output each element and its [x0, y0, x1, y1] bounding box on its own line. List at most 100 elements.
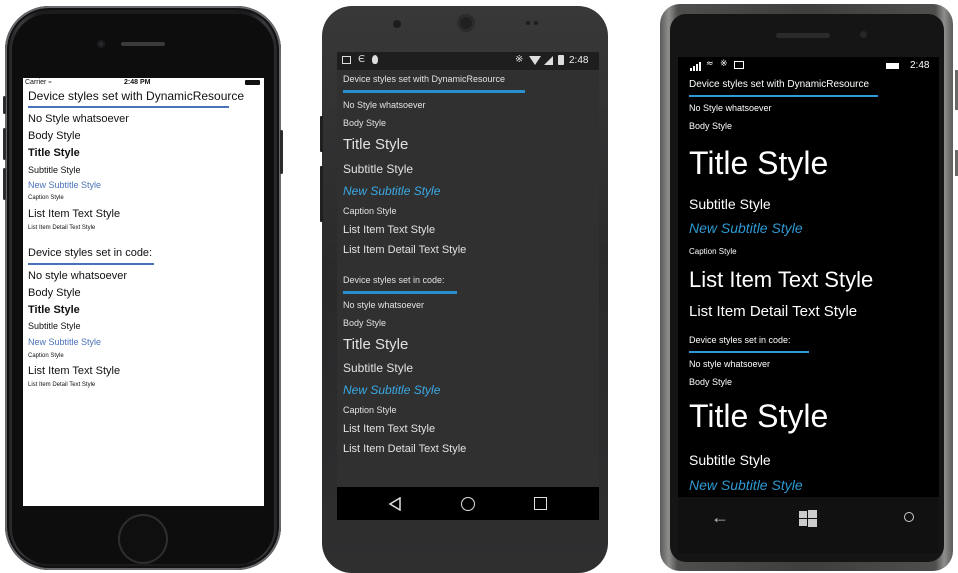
- row-list-item-detail: List Item Detail Text Style: [28, 225, 96, 231]
- row-caption-style: Caption Style: [28, 353, 64, 359]
- row-subtitle-style: Subtitle Style: [689, 196, 771, 212]
- header-underline: [689, 95, 878, 97]
- earpiece-speaker: [776, 33, 830, 38]
- android-nav-bar: [337, 487, 599, 520]
- row-list-item-detail: List Item Detail Text Style: [28, 382, 96, 388]
- wifi-icon: [529, 56, 541, 65]
- section-header-dynamic: Device styles set with DynamicResource: [689, 79, 870, 90]
- header-underline: [343, 90, 525, 93]
- row-list-item-detail: List Item Detail Text Style: [343, 244, 467, 256]
- row-list-item-text: List Item Text Style: [689, 267, 874, 292]
- row-body-style: Body Style: [343, 318, 387, 328]
- screenshot-notification-icon: [342, 56, 351, 64]
- ios-clock: 2:48 PM: [124, 79, 151, 86]
- row-title-style: Title Style: [343, 336, 409, 353]
- winphone-screen: ≈ ※ 2:48 Device styles set with DynamicR…: [678, 57, 939, 497]
- row-list-item-text: List Item Text Style: [28, 208, 121, 220]
- row-body-style: Body Style: [343, 118, 387, 128]
- android-clock: 2:48: [569, 55, 589, 66]
- header-underline: [689, 351, 809, 353]
- winphone-nav-bar: ←: [678, 497, 939, 553]
- battery-icon: [245, 80, 260, 85]
- bluetooth-icon: ※: [515, 54, 524, 65]
- row-body-style: Body Style: [689, 377, 733, 387]
- row-new-subtitle-style: New Subtitle Style: [343, 184, 441, 198]
- battery-icon: [886, 63, 899, 69]
- wifi-icon: ≈: [706, 59, 714, 69]
- row-no-style: No style whatsoever: [689, 359, 771, 369]
- message-icon: [734, 61, 744, 69]
- row-list-item-detail: List Item Detail Text Style: [689, 303, 858, 320]
- iphone-power-button: [280, 130, 283, 174]
- row-caption-style: Caption Style: [343, 405, 397, 415]
- iphone-screen: Carrier ≈ 2:48 PM Device styles set with…: [23, 78, 264, 506]
- row-title-style: Title Style: [28, 147, 80, 159]
- row-subtitle-style: Subtitle Style: [343, 361, 414, 375]
- row-subtitle-style: Subtitle Style: [689, 452, 771, 468]
- row-no-style: No style whatsoever: [343, 300, 425, 310]
- row-new-subtitle-style: New Subtitle Style: [28, 180, 102, 190]
- section-header-code: Device styles set in code:: [689, 335, 791, 345]
- ios-status-bar: Carrier ≈: [25, 79, 52, 86]
- row-list-item-text: List Item Text Style: [343, 224, 436, 236]
- android-mic-dot: [526, 21, 530, 25]
- android-screen: Є ※ 2:48 Device styles set with DynamicR…: [337, 52, 599, 520]
- carrier-label: Carrier: [25, 79, 47, 86]
- android-sensor: [393, 20, 401, 28]
- row-no-style: No Style whatsoever: [689, 103, 772, 113]
- windows-start-icon[interactable]: [799, 510, 817, 527]
- row-no-style: No Style whatsoever: [28, 113, 129, 125]
- row-body-style: Body Style: [28, 130, 81, 142]
- row-new-subtitle-style: New Subtitle Style: [689, 220, 803, 236]
- iphone-volume-down: [3, 168, 6, 200]
- section-header-code: Device styles set in code:: [343, 275, 445, 285]
- square-recents-icon[interactable]: [534, 497, 547, 510]
- bluetooth-icon: ※: [720, 59, 728, 69]
- home-button[interactable]: [118, 514, 168, 564]
- header-underline: [343, 291, 457, 294]
- header-underline: [28, 106, 229, 108]
- row-list-item-text: List Item Text Style: [343, 423, 436, 435]
- battery-icon: [558, 55, 564, 65]
- location-pin-icon: [372, 55, 378, 64]
- row-caption-style: Caption Style: [28, 195, 64, 201]
- android-volume-rocker: [320, 166, 323, 222]
- row-caption-style: Caption Style: [343, 206, 397, 216]
- header-underline: [28, 263, 154, 265]
- row-subtitle-style: Subtitle Style: [28, 165, 81, 175]
- row-body-style: Body Style: [28, 287, 81, 299]
- row-list-item-text: List Item Text Style: [28, 365, 121, 377]
- triangle-back-icon[interactable]: [388, 497, 402, 511]
- camera-icon: [860, 31, 867, 38]
- camera-icon: [97, 40, 105, 48]
- row-new-subtitle-style: New Subtitle Style: [689, 477, 803, 493]
- section-header-code: Device styles set in code:: [28, 247, 153, 259]
- search-icon[interactable]: [904, 512, 914, 522]
- section-header-dynamic: Device styles set with DynamicResource: [343, 74, 506, 84]
- row-title-style: Title Style: [343, 136, 409, 153]
- row-new-subtitle-style: New Subtitle Style: [28, 337, 102, 347]
- back-arrow-icon[interactable]: ←: [711, 507, 729, 528]
- row-title-style: Title Style: [689, 145, 829, 181]
- wifi-icon: ≈: [48, 80, 52, 86]
- winphone-clock: 2:48: [910, 60, 930, 71]
- android-mic-dot: [534, 21, 538, 25]
- android-power-button: [320, 116, 323, 152]
- row-subtitle-style: Subtitle Style: [343, 162, 414, 176]
- earpiece-speaker: [121, 42, 165, 46]
- iphone-volume-up: [3, 128, 6, 160]
- section-header-dynamic: Device styles set with DynamicResource: [28, 89, 245, 103]
- row-caption-style: Caption Style: [689, 247, 737, 256]
- row-title-style: Title Style: [28, 304, 80, 316]
- camera-icon: [457, 14, 475, 32]
- row-no-style: No Style whatsoever: [343, 100, 426, 110]
- row-no-style: No style whatsoever: [28, 270, 128, 282]
- iphone-mute-switch: [3, 96, 6, 114]
- row-new-subtitle-style: New Subtitle Style: [343, 383, 441, 397]
- row-body-style: Body Style: [689, 121, 733, 131]
- circle-home-icon[interactable]: [461, 497, 475, 511]
- row-list-item-detail: List Item Detail Text Style: [343, 443, 467, 455]
- row-subtitle-style: Subtitle Style: [28, 321, 81, 331]
- cell-signal-icon: [544, 56, 553, 65]
- row-title-style: Title Style: [689, 398, 829, 434]
